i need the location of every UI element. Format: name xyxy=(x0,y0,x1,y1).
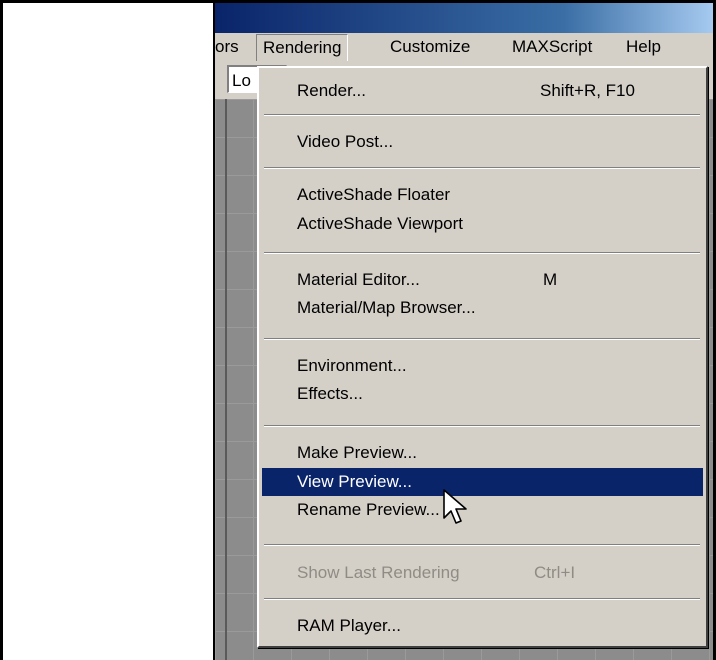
menu-item-activeshade-viewport[interactable]: ActiveShade Viewport xyxy=(262,210,703,238)
menu-separator xyxy=(264,425,700,427)
menu-item-label: Render... xyxy=(297,81,366,100)
menu-bar: ors Rendering Customize MAXScript Help xyxy=(215,33,713,62)
rendering-dropdown-menu: Render... Shift+R, F10 Video Post... Act… xyxy=(257,66,708,648)
menu-separator xyxy=(264,544,700,546)
menu-item-shortcut: Ctrl+I xyxy=(534,563,576,582)
menu-item-video-post[interactable]: Video Post... xyxy=(262,128,703,156)
menu-separator xyxy=(264,338,700,340)
menu-separator xyxy=(264,598,700,600)
menu-separator xyxy=(264,114,700,116)
menu-item-label: ActiveShade Floater xyxy=(297,185,451,204)
menu-item-show-last-rendering: Show Last Rendering Ctrl+I xyxy=(262,559,703,587)
menu-item-label: Video Post... xyxy=(297,132,394,151)
menu-item-ram-player[interactable]: RAM Player... xyxy=(262,612,703,640)
menu-item-label: View Preview... xyxy=(297,472,412,491)
menu-item-activeshade-floater[interactable]: ActiveShade Floater xyxy=(262,181,703,209)
menu-item-rename-preview[interactable]: Rename Preview... xyxy=(262,496,703,524)
menu-separator xyxy=(264,167,700,169)
frame-left-border xyxy=(0,0,3,660)
menu-item-label: Show Last Rendering xyxy=(297,563,460,582)
menu-item-label: Material/Map Browser... xyxy=(297,298,476,317)
menu-item-label: Material Editor... xyxy=(297,270,420,289)
menu-item-label: RAM Player... xyxy=(297,616,401,635)
menu-separator xyxy=(264,252,700,254)
menu-item-material-editor[interactable]: Material Editor... M xyxy=(262,266,703,294)
viewport-border xyxy=(225,99,227,660)
menu-item-view-preview[interactable]: View Preview... xyxy=(262,468,703,496)
menu-item-label: Make Preview... xyxy=(297,443,417,462)
menu-item-make-preview[interactable]: Make Preview... xyxy=(262,439,703,467)
title-bar xyxy=(215,3,713,33)
menu-item-label: Environment... xyxy=(297,356,407,375)
menu-rendering[interactable]: Rendering xyxy=(256,34,349,62)
menu-item-material-map-browser[interactable]: Material/Map Browser... xyxy=(262,294,703,322)
menu-item-label: ActiveShade Viewport xyxy=(297,214,464,233)
menu-item-environment[interactable]: Environment... xyxy=(262,352,703,380)
menu-customize[interactable]: Customize xyxy=(384,34,476,60)
menu-item-label: Effects... xyxy=(297,384,363,403)
menu-maxscript[interactable]: MAXScript xyxy=(506,34,598,60)
menu-item-shortcut: M xyxy=(543,270,558,289)
arrow-cursor-icon xyxy=(443,489,467,524)
menu-item-render[interactable]: Render... Shift+R, F10 xyxy=(262,77,703,105)
menu-item-label: Rename Preview... xyxy=(297,500,440,519)
menu-help[interactable]: Help xyxy=(620,34,667,60)
menu-item-shortcut: Shift+R, F10 xyxy=(540,81,635,100)
menu-item-effects[interactable]: Effects... xyxy=(262,380,703,408)
menu-views-partial[interactable]: ors xyxy=(215,34,245,60)
